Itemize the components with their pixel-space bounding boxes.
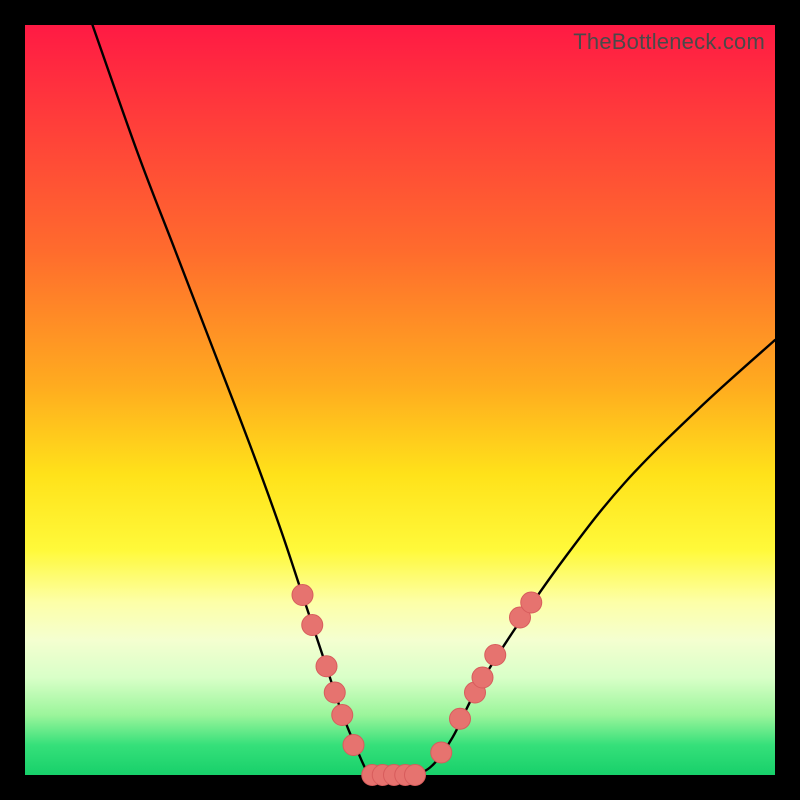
curve-marker <box>316 656 337 677</box>
bottleneck-curve-path <box>93 25 776 777</box>
curve-marker <box>332 705 353 726</box>
curve-marker <box>405 765 426 786</box>
plot-area: TheBottleneck.com <box>25 25 775 775</box>
curve-marker <box>485 645 506 666</box>
curve-marker <box>343 735 364 756</box>
bottleneck-curve-svg <box>25 25 775 775</box>
curve-marker <box>450 708 471 729</box>
curve-marker <box>302 615 323 636</box>
chart-frame: TheBottleneck.com <box>0 0 800 800</box>
curve-marker <box>292 585 313 606</box>
curve-markers-group <box>292 585 542 786</box>
curve-marker <box>521 592 542 613</box>
curve-marker <box>472 667 493 688</box>
curve-marker <box>431 742 452 763</box>
curve-marker <box>324 682 345 703</box>
